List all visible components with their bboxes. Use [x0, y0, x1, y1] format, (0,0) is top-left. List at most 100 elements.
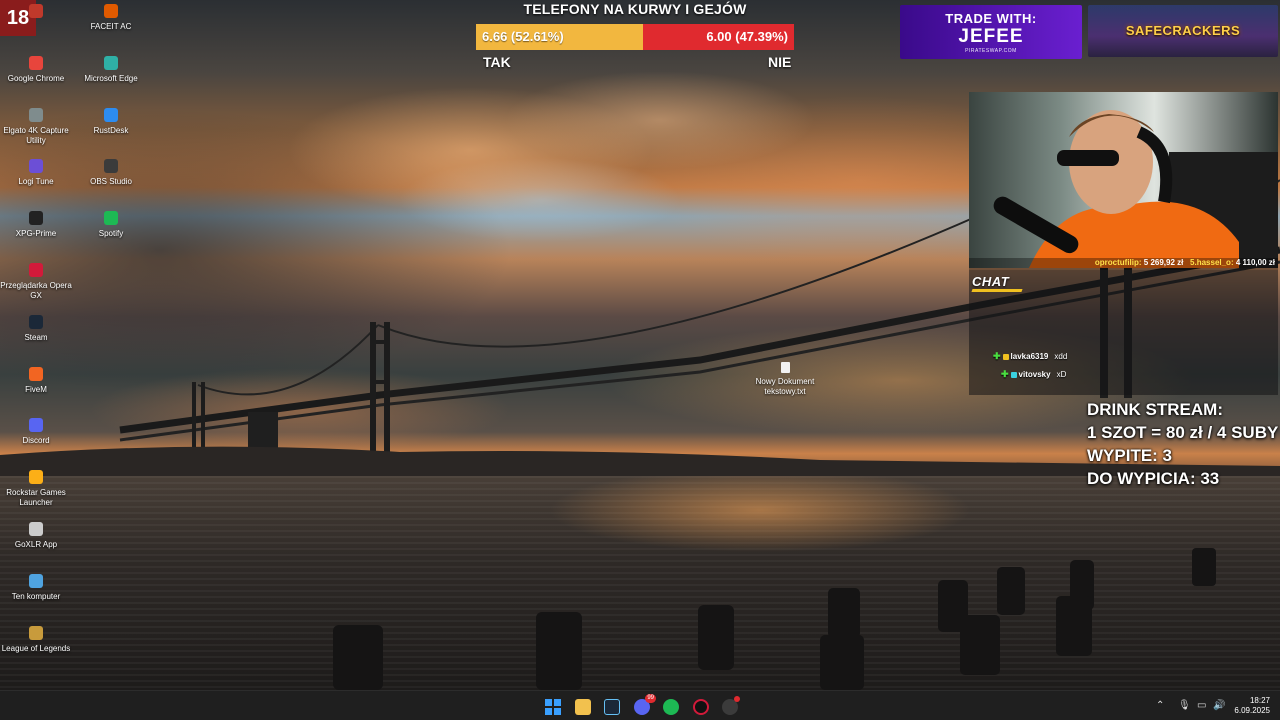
desktop-icon[interactable]: Ten komputer: [0, 573, 72, 602]
app-icon: [104, 4, 118, 18]
desktop-icon-label: Ten komputer: [11, 591, 61, 601]
desktop-icon-label: Elgato 4K Capture Utility: [3, 125, 69, 145]
subscriber-badge-icon: [1002, 353, 1009, 360]
desktop-icon-label: Rockstar Games Launcher: [6, 488, 66, 508]
chat-username: lavka6319: [1010, 352, 1049, 361]
clock-time: 18:27: [1249, 696, 1270, 705]
app-icon: [29, 4, 43, 18]
drink-remaining: DO WYPICIA: 33: [1087, 469, 1220, 488]
desktop-icon[interactable]: RustDesk: [75, 107, 147, 136]
poll-no-label: NIE: [768, 54, 792, 70]
desktop-icon[interactable]: Logi Tune: [0, 159, 72, 187]
webcam-feed: [969, 92, 1278, 268]
ticker-amount1: 5 269,92 zł: [1143, 258, 1184, 267]
discord-icon[interactable]: 99: [634, 694, 656, 715]
file-explorer-icon[interactable]: [575, 699, 591, 715]
drink-title: DRINK STREAM:: [1087, 400, 1223, 419]
app-icon: [29, 55, 43, 70]
app-icon: [104, 107, 118, 122]
desktop-icon-label: XPG-Prime: [15, 229, 57, 239]
desktop-icon-label: Discord: [22, 436, 50, 446]
desktop-icon-label: GoXLR App: [14, 540, 58, 549]
desktop-icon[interactable]: Steam: [0, 314, 72, 343]
chat-message: ✚ vitovsky xD: [1001, 369, 1066, 380]
donation-ticker: oproctufilip: 5 269,92 zł 5.hassel_o: 4 …: [969, 258, 1278, 270]
streamer-silhouette: [993, 110, 1278, 268]
poll-yes-segment: 6.66 (52.61%): [476, 24, 644, 50]
desktop-icon[interactable]: Microsoft Edge: [75, 55, 147, 84]
desktop-icon-label: Google Chrome: [7, 73, 65, 83]
drink-stream-info: DRINK STREAM: 1 SZOT = 80 zł / 4 SUBY WY…: [1087, 398, 1278, 490]
safecrackers-banner: SAFECRACKERS: [1088, 5, 1278, 57]
chat-title-underline: [971, 289, 1023, 292]
poll-bar: 6.66 (52.61%) 6.00 (47.39%): [476, 24, 794, 50]
spotify-icon[interactable]: [663, 699, 679, 715]
desktop-icon[interactable]: League of Legends: [0, 625, 72, 654]
desktop-icon-label: Steam: [24, 332, 48, 342]
desktop-icon-label: League of Legends: [1, 643, 71, 653]
desktop-icon-label: OBS Studio: [90, 177, 132, 187]
app-icon: [29, 573, 43, 588]
app-icon: [104, 211, 118, 226]
plus-badge-icon: ✚: [993, 351, 1001, 361]
poll-yes-label: TAK: [483, 54, 511, 70]
desktop-icon[interactable]: Discord: [0, 418, 72, 446]
ticker-user2: 5.hassel_o:: [1190, 258, 1234, 267]
app-icon: [104, 159, 118, 174]
plus-badge-icon: ✚: [1001, 369, 1009, 379]
desktop-icon-label: FACEIT AC: [90, 22, 132, 31]
system-clock[interactable]: 18:27 6.09.2025: [1234, 696, 1270, 716]
desktop-icon-label: Microsoft Edge: [84, 73, 138, 83]
app-icon: [29, 522, 43, 536]
volume-icon[interactable]: 🔊: [1213, 700, 1225, 711]
app-icon: [29, 263, 43, 277]
subscriber-badge-icon: [1010, 371, 1017, 378]
microphone-icon[interactable]: 🎙: [1178, 700, 1191, 711]
ticker-user1: oproctufilip:: [1094, 258, 1142, 267]
app-icon: [29, 470, 43, 485]
taskbar: 99 ⌃ 🎙 ▭ 🔊 18:27 6.09.2025: [0, 690, 1280, 720]
app-icon: [29, 159, 43, 174]
app-icon: [29, 314, 43, 329]
app-icon: [104, 55, 118, 70]
desktop-icon[interactable]: Przeglądarka Opera GX: [0, 263, 72, 301]
app-icon: [29, 211, 43, 226]
poll-no-segment: 6.00 (47.39%): [643, 24, 794, 50]
chat-message: ✚ lavka6319 xdd: [993, 351, 1067, 362]
app-icon: [29, 625, 43, 640]
drink-rate: 1 SZOT = 80 zł / 4 SUBY: [1087, 423, 1279, 442]
desktop-icon[interactable]: FACEIT AC: [75, 4, 147, 32]
chat-text: xD: [1056, 370, 1067, 379]
desktop-icon[interactable]: Rockstar Games Launcher: [0, 470, 72, 508]
desktop-icon-label: FiveM: [25, 384, 47, 394]
trade-banner-url: PIRATESWAP.COM: [965, 48, 1017, 54]
desktop-icon[interactable]: GoXLR App: [0, 522, 72, 550]
chat-title: CHAT: [972, 274, 1010, 289]
chat-username: vitovsky: [1018, 370, 1051, 379]
desktop-icon[interactable]: OBS Studio: [75, 159, 147, 187]
desktop-icon[interactable]: FiveM: [0, 366, 72, 395]
clock-date: 6.09.2025: [1234, 706, 1270, 715]
obs-icon[interactable]: [722, 696, 740, 715]
app-icon: [29, 107, 43, 122]
app-icon: [29, 366, 43, 381]
app-icon: [29, 418, 43, 433]
desktop-icon[interactable]: Elgato 4K Capture Utility: [0, 107, 72, 146]
text-document-icon: [780, 362, 790, 373]
steam-icon[interactable]: [604, 699, 620, 715]
chat-text: xdd: [1054, 352, 1068, 361]
desktop-icon[interactable]: [0, 4, 72, 22]
desktop-icon-label: Logi Tune: [18, 177, 54, 187]
windows-start-icon[interactable]: [545, 699, 561, 715]
desktop-file-txt[interactable]: Nowy Dokument tekstowy.txt: [740, 362, 830, 397]
trade-sponsor-banner: TRADE WITH: JEFEE PIRATESWAP.COM: [900, 5, 1082, 59]
opera-gx-icon[interactable]: [693, 699, 709, 715]
network-icon[interactable]: ▭: [1197, 700, 1206, 711]
desktop-icon[interactable]: XPG-Prime: [0, 211, 72, 239]
discord-notification-badge: 99: [645, 694, 656, 703]
tray-overflow-chevron-icon[interactable]: ⌃: [1156, 700, 1164, 711]
desktop-icon[interactable]: Google Chrome: [0, 55, 72, 84]
desktop-icon-label: Przeglądarka Opera GX: [0, 281, 72, 300]
drink-done: WYPITE: 3: [1087, 446, 1173, 465]
desktop-icon[interactable]: Spotify: [75, 211, 147, 239]
